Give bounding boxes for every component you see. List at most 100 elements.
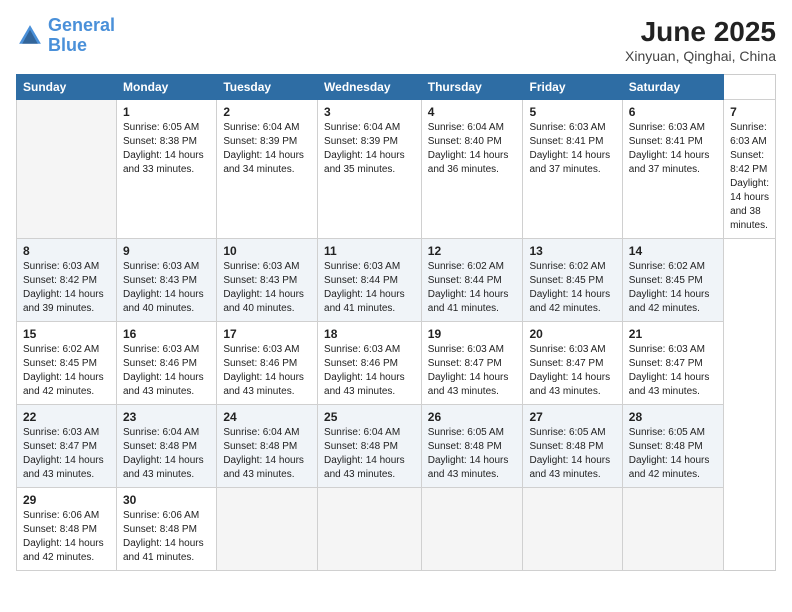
day-info: Sunrise: 6:04 AMSunset: 8:48 PMDaylight:… — [223, 426, 311, 482]
day-number: 27 — [529, 410, 615, 424]
calendar-header-row: SundayMondayTuesdayWednesdayThursdayFrid… — [17, 75, 776, 100]
day-of-week-header: Saturday — [622, 75, 723, 100]
day-info: Sunrise: 6:04 AMSunset: 8:39 PMDaylight:… — [324, 121, 415, 177]
day-of-week-header: Tuesday — [217, 75, 318, 100]
day-number: 10 — [223, 244, 311, 258]
day-of-week-header: Sunday — [17, 75, 117, 100]
day-number: 14 — [629, 244, 717, 258]
calendar-day-cell: 23Sunrise: 6:04 AMSunset: 8:48 PMDayligh… — [117, 405, 217, 488]
day-number: 3 — [324, 105, 415, 119]
calendar-day-cell — [318, 488, 422, 571]
day-info: Sunrise: 6:05 AMSunset: 8:48 PMDaylight:… — [529, 426, 615, 482]
day-info: Sunrise: 6:02 AMSunset: 8:45 PMDaylight:… — [23, 343, 110, 399]
day-number: 4 — [428, 105, 517, 119]
day-info: Sunrise: 6:03 AMSunset: 8:41 PMDaylight:… — [529, 121, 615, 177]
title-block: June 2025 Xinyuan, Qinghai, China — [625, 16, 776, 64]
calendar-day-cell: 26 Sunrise: 6:05 AMSunset: 8:48 PMDayligh… — [421, 405, 523, 488]
day-info: Sunrise: 6:05 AMSunset: 8:48 PMDaylight:… — [428, 426, 517, 482]
day-number: 2 — [223, 105, 311, 119]
day-number: 6 — [629, 105, 717, 119]
calendar-day-cell: 20Sunrise: 6:03 AMSunset: 8:47 PMDayligh… — [523, 322, 622, 405]
day-number: 26 — [428, 410, 517, 424]
page: General Blue June 2025 Xinyuan, Qinghai,… — [0, 0, 792, 612]
calendar-day-cell: 16 Sunrise: 6:03 AMSunset: 8:46 PMDayligh… — [117, 322, 217, 405]
day-info: Sunrise: 6:04 AMSunset: 8:39 PMDaylight:… — [223, 121, 311, 177]
day-number: 12 — [428, 244, 517, 258]
calendar-day-cell: 15 Sunrise: 6:02 AMSunset: 8:45 PMDayligh… — [17, 322, 117, 405]
day-number: 25 — [324, 410, 415, 424]
day-info: Sunrise: 6:03 AMSunset: 8:47 PMDaylight:… — [428, 343, 517, 399]
day-number: 17 — [223, 327, 311, 341]
calendar-day-cell: 19 Sunrise: 6:03 AMSunset: 8:47 PMDayligh… — [421, 322, 523, 405]
day-info: Sunrise: 6:03 AMSunset: 8:47 PMDaylight:… — [23, 426, 110, 482]
calendar-day-cell — [217, 488, 318, 571]
day-number: 24 — [223, 410, 311, 424]
day-number: 30 — [123, 493, 210, 507]
day-info: Sunrise: 6:02 AMSunset: 8:45 PMDaylight:… — [529, 260, 615, 316]
calendar-day-cell: 10 Sunrise: 6:03 AMSunset: 8:43 PMDayligh… — [217, 239, 318, 322]
day-number: 29 — [23, 493, 110, 507]
day-info: Sunrise: 6:02 AMSunset: 8:44 PMDaylight:… — [428, 260, 517, 316]
calendar-day-cell: 3 Sunrise: 6:04 AMSunset: 8:39 PMDaylight… — [318, 100, 422, 239]
day-info: Sunrise: 6:04 AMSunset: 8:48 PMDaylight:… — [324, 426, 415, 482]
day-of-week-header: Wednesday — [318, 75, 422, 100]
calendar-day-cell: 28Sunrise: 6:05 AMSunset: 8:48 PMDayligh… — [622, 405, 723, 488]
header: General Blue June 2025 Xinyuan, Qinghai,… — [16, 16, 776, 64]
calendar-subtitle: Xinyuan, Qinghai, China — [625, 48, 776, 64]
day-info: Sunrise: 6:03 AMSunset: 8:43 PMDaylight:… — [223, 260, 311, 316]
calendar-day-cell: 14Sunrise: 6:02 AMSunset: 8:45 PMDayligh… — [622, 239, 723, 322]
day-info: Sunrise: 6:04 AMSunset: 8:48 PMDaylight:… — [123, 426, 210, 482]
day-info: Sunrise: 6:03 AMSunset: 8:41 PMDaylight:… — [629, 121, 717, 177]
calendar-day-cell: 11Sunrise: 6:03 AMSunset: 8:44 PMDayligh… — [318, 239, 422, 322]
calendar-day-cell: 7 Sunrise: 6:03 AMSunset: 8:42 PMDaylight… — [724, 100, 776, 239]
calendar-day-cell: 25 Sunrise: 6:04 AMSunset: 8:48 PMDayligh… — [318, 405, 422, 488]
day-of-week-header: Thursday — [421, 75, 523, 100]
calendar-day-cell: 30 Sunrise: 6:06 AMSunset: 8:48 PMDayligh… — [117, 488, 217, 571]
calendar-day-cell: 24 Sunrise: 6:04 AMSunset: 8:48 PMDayligh… — [217, 405, 318, 488]
day-number: 9 — [123, 244, 210, 258]
day-info: Sunrise: 6:05 AMSunset: 8:38 PMDaylight:… — [123, 121, 210, 177]
day-info: Sunrise: 6:03 AMSunset: 8:47 PMDaylight:… — [529, 343, 615, 399]
day-info: Sunrise: 6:04 AMSunset: 8:40 PMDaylight:… — [428, 121, 517, 177]
day-of-week-header: Friday — [523, 75, 622, 100]
logo-name: General Blue — [48, 16, 115, 56]
calendar-week-row: 22Sunrise: 6:03 AMSunset: 8:47 PMDayligh… — [17, 405, 776, 488]
calendar-day-cell: 29 Sunrise: 6:06 AMSunset: 8:48 PMDayligh… — [17, 488, 117, 571]
calendar-week-row: 8 Sunrise: 6:03 AMSunset: 8:42 PMDaylight… — [17, 239, 776, 322]
day-info: Sunrise: 6:03 AMSunset: 8:44 PMDaylight:… — [324, 260, 415, 316]
day-of-week-header: Monday — [117, 75, 217, 100]
calendar-day-cell: 4 Sunrise: 6:04 AMSunset: 8:40 PMDaylight… — [421, 100, 523, 239]
day-info: Sunrise: 6:03 AMSunset: 8:46 PMDaylight:… — [324, 343, 415, 399]
calendar-day-cell: 1 Sunrise: 6:05 AMSunset: 8:38 PMDaylight… — [117, 100, 217, 239]
day-info: Sunrise: 6:06 AMSunset: 8:48 PMDaylight:… — [23, 509, 110, 565]
calendar-day-cell — [421, 488, 523, 571]
day-info: Sunrise: 6:03 AMSunset: 8:46 PMDaylight:… — [223, 343, 311, 399]
calendar-day-cell: 18Sunrise: 6:03 AMSunset: 8:46 PMDayligh… — [318, 322, 422, 405]
calendar-day-cell: 9 Sunrise: 6:03 AMSunset: 8:43 PMDaylight… — [117, 239, 217, 322]
logo: General Blue — [16, 16, 115, 56]
day-number: 15 — [23, 327, 110, 341]
day-info: Sunrise: 6:06 AMSunset: 8:48 PMDaylight:… — [123, 509, 210, 565]
calendar-day-cell: 13Sunrise: 6:02 AMSunset: 8:45 PMDayligh… — [523, 239, 622, 322]
day-info: Sunrise: 6:03 AMSunset: 8:42 PMDaylight:… — [23, 260, 110, 316]
calendar-week-row: 15 Sunrise: 6:02 AMSunset: 8:45 PMDayligh… — [17, 322, 776, 405]
calendar-day-cell: 2 Sunrise: 6:04 AMSunset: 8:39 PMDaylight… — [217, 100, 318, 239]
day-number: 19 — [428, 327, 517, 341]
calendar-day-cell: 8 Sunrise: 6:03 AMSunset: 8:42 PMDaylight… — [17, 239, 117, 322]
calendar-day-cell: 22Sunrise: 6:03 AMSunset: 8:47 PMDayligh… — [17, 405, 117, 488]
day-number: 5 — [529, 105, 615, 119]
day-info: Sunrise: 6:03 AMSunset: 8:43 PMDaylight:… — [123, 260, 210, 316]
calendar-table: SundayMondayTuesdayWednesdayThursdayFrid… — [16, 74, 776, 571]
calendar-day-cell: 27 Sunrise: 6:05 AMSunset: 8:48 PMDayligh… — [523, 405, 622, 488]
calendar-day-cell: 6 Sunrise: 6:03 AMSunset: 8:41 PMDaylight… — [622, 100, 723, 239]
day-number: 21 — [629, 327, 717, 341]
calendar-day-cell — [622, 488, 723, 571]
calendar-day-cell — [17, 100, 117, 239]
day-number: 1 — [123, 105, 210, 119]
day-info: Sunrise: 6:03 AMSunset: 8:42 PMDaylight:… — [730, 121, 769, 233]
day-number: 7 — [730, 105, 769, 119]
day-info: Sunrise: 6:03 AMSunset: 8:47 PMDaylight:… — [629, 343, 717, 399]
day-number: 8 — [23, 244, 110, 258]
day-number: 16 — [123, 327, 210, 341]
day-info: Sunrise: 6:03 AMSunset: 8:46 PMDaylight:… — [123, 343, 210, 399]
